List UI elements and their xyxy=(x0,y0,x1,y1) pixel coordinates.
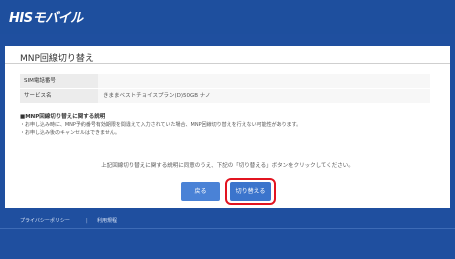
note-item: ・お申し込み時に、MNP予約番号有効期限を間違えて入力されていた場合、MNP回線… xyxy=(20,122,302,128)
mnp-notes: ■MNP回線切り替えに関する説明 ・お申し込み時に、MNP予約番号有効期限を間違… xyxy=(20,113,440,137)
instruction-text: 上記回線切り替えに関する説明に同意のうえ、下記の「切り替える」ボタンをクリックし… xyxy=(101,163,354,169)
note-item: ・お申し込み後のキャンセルはできません。 xyxy=(20,130,120,136)
footer-divider xyxy=(0,228,455,229)
detail-value: きままベストチョイスプラン(D)50GB ナノ xyxy=(98,89,430,103)
detail-label: SIM電話番号 xyxy=(20,74,98,88)
detail-row-service-name: サービス名 きままベストチョイスプラン(D)50GB ナノ xyxy=(20,89,430,103)
footer-separator: | xyxy=(86,218,88,224)
brand-logo[interactable]: HISモバイル xyxy=(9,7,83,26)
site-header: HISモバイル xyxy=(0,0,455,34)
privacy-policy-link[interactable]: プライバシーポリシー xyxy=(20,217,70,226)
detail-value xyxy=(98,74,430,88)
title-divider xyxy=(5,63,450,64)
footer-links: プライバシーポリシー | 利用規程 xyxy=(0,217,455,226)
detail-label: サービス名 xyxy=(20,89,98,103)
detail-row-sim-number: SIM電話番号 xyxy=(20,74,430,88)
back-button[interactable]: 戻る xyxy=(181,182,220,201)
terms-link[interactable]: 利用規程 xyxy=(97,217,117,226)
notes-heading: ■MNP回線切り替えに関する説明 xyxy=(20,114,106,120)
switch-button[interactable]: 切り替える xyxy=(230,182,271,201)
